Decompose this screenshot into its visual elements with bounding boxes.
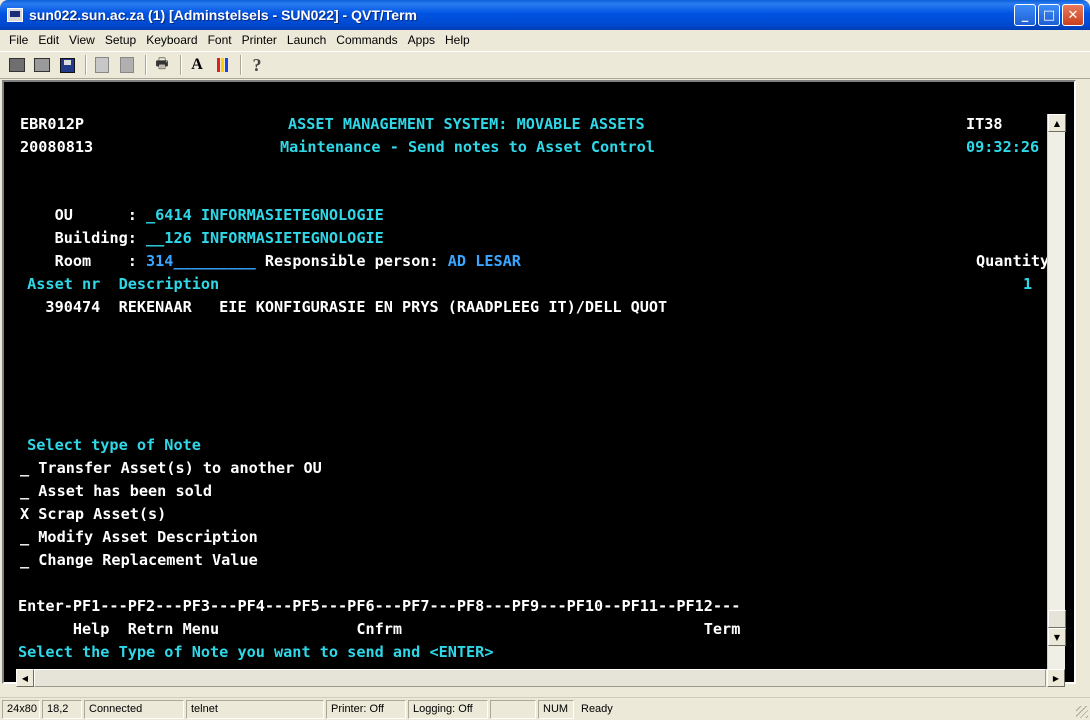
menu-setup[interactable]: Setup (100, 33, 141, 47)
copy-icon[interactable] (91, 54, 113, 76)
scroll-up-button[interactable]: ▲ (1048, 114, 1066, 132)
note-heading: Select type of Note (18, 436, 201, 454)
maximize-button[interactable]: □ (1038, 4, 1060, 26)
note-option-modify[interactable]: _ Modify Asset Description (20, 526, 258, 549)
toolbar-separator (145, 55, 147, 75)
pf-key-labels[interactable]: Help Retrn Menu Cnfrm Term (18, 618, 741, 641)
program-id: EBR012P (20, 115, 85, 133)
scroll-left-button[interactable]: ◀ (16, 669, 34, 687)
menu-file[interactable]: File (4, 33, 33, 47)
pf-key-line: Enter-PF1---PF2---PF3---PF4---PF5---PF6-… (18, 597, 741, 615)
responsible-value: AD LESAR (447, 252, 521, 270)
quantity-value: 1 (1023, 275, 1033, 293)
room-value[interactable]: 314_________ (146, 252, 256, 270)
responsible-label: Responsible person: (255, 252, 448, 270)
building-field: Building: __126 INFORMASIETEGNOLOGIE (18, 204, 384, 247)
print-icon[interactable]: 🖶 (151, 54, 173, 76)
status-cursor: 18,2 (42, 699, 82, 719)
colors-icon[interactable] (211, 54, 233, 76)
help-icon[interactable]: ? (246, 54, 268, 76)
date: 20080813 (20, 138, 94, 156)
horizontal-scroll-thumb[interactable] (34, 669, 1046, 687)
menu-view[interactable]: View (64, 33, 100, 47)
status-protocol: telnet (186, 699, 324, 719)
note-option-sold[interactable]: _ Asset has been sold (20, 480, 212, 503)
room-label: Room : (54, 252, 147, 270)
menu-printer[interactable]: Printer (237, 33, 282, 47)
status-printer: Printer: Off (326, 699, 406, 719)
toolbar-separator (180, 55, 182, 75)
window-title: sun022.sun.ac.za (1) [Adminstelsels - SU… (29, 7, 417, 23)
status-ready: Ready (581, 703, 613, 715)
status-blank (490, 699, 536, 719)
status-logging: Logging: Off (408, 699, 488, 719)
status-size: 24x80 (2, 699, 40, 719)
menu-font[interactable]: Font (203, 33, 237, 47)
stacked-icon[interactable] (31, 54, 53, 76)
minimize-button[interactable]: _ (1014, 4, 1036, 26)
toolbar: 🖶 A ? (0, 51, 1090, 79)
time: 09:32:26 (966, 138, 1040, 156)
app-icon[interactable] (7, 8, 23, 22)
note-option-transfer[interactable]: _ Transfer Asset(s) to another OU (20, 457, 322, 480)
quantity-header: Quantity (976, 252, 1050, 270)
message-line: Select the Type of Note you want to send… (18, 643, 494, 661)
menu-help[interactable]: Help (440, 33, 475, 47)
scroll-thumb[interactable] (1048, 610, 1066, 628)
window-controls: _ □ ✕ (1014, 4, 1084, 26)
terminal-screen[interactable]: EBR012P ASSET MANAGEMENT SYSTEM: MOVABLE… (18, 113, 1058, 669)
vertical-scrollbar[interactable]: ▲ ▼ (1047, 114, 1066, 669)
font-icon[interactable]: A (186, 54, 208, 76)
resize-grip[interactable] (1076, 706, 1088, 718)
toolbar-separator (85, 55, 87, 75)
note-option-replacement[interactable]: _ Change Replacement Value (20, 549, 258, 572)
menu-commands[interactable]: Commands (331, 33, 402, 47)
asset-table-header: Asset nr Description (18, 275, 220, 293)
status-connection: Connected (84, 699, 184, 719)
terminal-id: IT38 (966, 115, 1003, 133)
title-bar: sun022.sun.ac.za (1) [Adminstelsels - SU… (0, 0, 1090, 30)
status-num: NUM (538, 699, 574, 719)
menu-bar: File Edit View Setup Keyboard Font Print… (0, 30, 1090, 50)
status-bar: 24x80 18,2 Connected telnet Printer: Off… (0, 697, 1090, 720)
menu-edit[interactable]: Edit (33, 33, 64, 47)
ou-field: OU : _6414 INFORMASIETEGNOLOGIE (18, 181, 384, 224)
menu-keyboard[interactable]: Keyboard (141, 33, 202, 47)
screen-subtitle: Maintenance - Send notes to Asset Contro… (280, 138, 655, 156)
system-title: ASSET MANAGEMENT SYSTEM: MOVABLE ASSETS (288, 115, 645, 133)
room-field: Room : 314_________ Responsible person: … (18, 227, 521, 270)
menu-launch[interactable]: Launch (282, 33, 331, 47)
scroll-down-button[interactable]: ▼ (1048, 628, 1066, 646)
note-option-scrap[interactable]: X Scrap Asset(s) (20, 503, 166, 526)
horizontal-scrollbar[interactable]: ◀ ▶ (16, 669, 1065, 687)
toolbar-separator (240, 55, 242, 75)
scroll-right-button[interactable]: ▶ (1047, 669, 1065, 687)
save-icon[interactable] (56, 54, 78, 76)
table-row[interactable]: 390474 REKENAAR EIE KONFIGURASIE EN PRYS… (18, 296, 667, 319)
terminal-icon[interactable] (6, 54, 28, 76)
menu-apps[interactable]: Apps (403, 33, 440, 47)
close-button[interactable]: ✕ (1062, 4, 1084, 26)
paste-icon[interactable] (116, 54, 138, 76)
